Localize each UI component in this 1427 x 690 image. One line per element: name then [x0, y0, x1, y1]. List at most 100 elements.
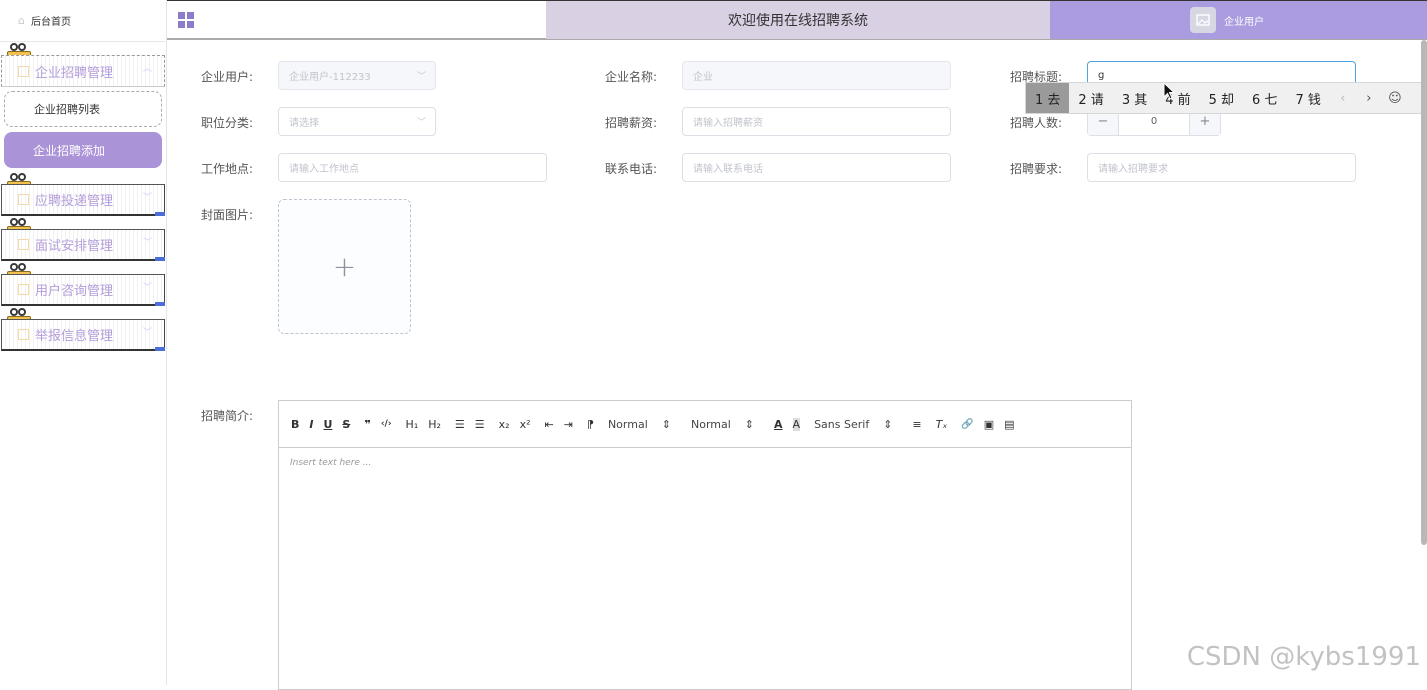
sidebar-group-recruitment[interactable]: 企业招聘管理 ︿ [1, 55, 165, 87]
ime-next-icon[interactable]: › [1356, 91, 1382, 106]
sidebar-group-applications[interactable]: 应聘投递管理 ﹀ [1, 184, 165, 216]
header1-button[interactable]: H₁ [406, 418, 419, 431]
salary-placeholder: 请输入招聘薪资 [693, 118, 763, 129]
text-color-button[interactable]: A [774, 418, 783, 431]
background-color-button[interactable]: A [792, 417, 801, 431]
corner-fold [155, 257, 165, 261]
mouse-cursor-icon [1163, 82, 1175, 100]
align-button[interactable]: ≡ [912, 418, 921, 431]
requirement-label: 招聘要求: [1010, 162, 1063, 176]
subscript-button[interactable]: x₂ [499, 418, 510, 431]
select-arrows-icon: ⇕ [661, 417, 671, 431]
ordered-list-button[interactable]: ☰ [455, 418, 465, 431]
watermark: CSDN @kybs1991 [1186, 642, 1421, 672]
sidebar-home[interactable]: ⌂ 后台首页 [0, 0, 167, 42]
scrollbar[interactable] [1421, 40, 1427, 545]
company-name-label: 企业名称: [605, 70, 658, 84]
company-user-select[interactable]: 企业用户-112233 ﹀ [278, 61, 436, 90]
company-name-field[interactable]: 企业 [682, 61, 951, 90]
job-category-label: 职位分类: [201, 116, 254, 130]
strike-button[interactable]: S [342, 418, 350, 431]
ime-candidate[interactable]: 1 去 [1026, 83, 1070, 113]
sidebar-item-label: 企业招聘添加 [33, 143, 106, 158]
sidebar-group-consultation[interactable]: 用户咨询管理 ﹀ [1, 274, 165, 306]
sidebar-group-reports[interactable]: 举报信息管理 ﹀ [1, 319, 165, 351]
link-button[interactable]: 🔗 [961, 419, 973, 430]
ime-candidate[interactable]: 3 其 [1113, 83, 1156, 113]
corner-fold [155, 347, 165, 351]
font-select[interactable]: Sans Serif ⇕ [814, 418, 892, 431]
editor-toolbar: B I U S ❞ ‹/› H₁ H₂ ☰ ☰ x₂ x² ⇤ ⇥ ⁋ Norm… [279, 401, 1131, 448]
header2-button[interactable]: H₂ [428, 418, 441, 431]
folder-icon [18, 194, 29, 205]
ime-candidate[interactable]: 7 钱 [1286, 83, 1329, 113]
size-select-value: Normal [607, 417, 648, 431]
italic-button[interactable]: I [309, 418, 313, 431]
requirement-input[interactable]: 请输入招聘要求 [1087, 153, 1356, 182]
company-user-value: 企业用户-112233 [289, 72, 371, 83]
sidebar-home-label: 后台首页 [30, 17, 71, 28]
code-block-button[interactable]: ‹/› [381, 419, 392, 429]
size-select[interactable]: Normal ⇕ [608, 418, 671, 431]
phone-input[interactable]: 请输入联系电话 [682, 153, 951, 182]
user-label: 企业用户 [1224, 16, 1264, 28]
ime-candidate[interactable]: 6 七 [1243, 83, 1286, 113]
job-category-select[interactable]: 请选择 ﹀ [278, 107, 436, 136]
chevron-down-icon: ﹀ [142, 283, 152, 293]
sidebar-group-label: 面试安排管理 [35, 239, 114, 254]
header-select-value: Normal [690, 417, 731, 431]
page-title: 欢迎使用在线招聘系统 [546, 1, 1050, 39]
chevron-down-icon: ﹀ [142, 238, 152, 248]
font-select-value: Sans Serif [814, 417, 870, 431]
plus-icon: + [332, 250, 357, 283]
ime-candidate[interactable]: 5 却 [1200, 83, 1243, 113]
rich-text-editor[interactable]: B I U S ❞ ‹/› H₁ H₂ ☰ ☰ x₂ x² ⇤ ⇥ ⁋ Norm… [278, 400, 1132, 690]
top-bar: 欢迎使用在线招聘系统 企业用户 [167, 0, 1427, 40]
underline-button[interactable]: U [323, 418, 332, 431]
recruit-title-value: g [1098, 70, 1105, 81]
superscript-button[interactable]: x² [520, 418, 531, 431]
cover-label: 封面图片: [201, 208, 254, 222]
folder-icon [18, 65, 29, 77]
header-select[interactable]: Normal ⇕ [691, 418, 754, 431]
video-button[interactable]: ▤ [1004, 418, 1014, 431]
folder-icon [18, 329, 29, 340]
editor-placeholder[interactable]: Insert text here ... [279, 448, 1131, 478]
text-direction-button[interactable]: ⁋ [587, 418, 594, 431]
indent-button[interactable]: ⇥ [564, 418, 573, 431]
company-name-placeholder: 企业 [693, 72, 713, 83]
folder-icon [18, 239, 29, 250]
location-label: 工作地点: [201, 162, 254, 176]
chevron-up-icon: ︿ [142, 64, 152, 74]
cover-upload[interactable]: + [278, 199, 411, 334]
folder-icon [18, 284, 29, 295]
salary-label: 招聘薪资: [605, 116, 658, 130]
sidebar-item-recruit-list[interactable]: 企业招聘列表 [4, 91, 162, 127]
chevron-down-icon: ﹀ [142, 193, 152, 203]
location-input[interactable]: 请输入工作地点 [278, 153, 547, 182]
sidebar-group-interviews[interactable]: 面试安排管理 ﹀ [1, 229, 165, 261]
ime-candidate[interactable]: 2 请 [1069, 83, 1112, 113]
home-icon: ⌂ [18, 14, 25, 27]
corner-fold [155, 212, 165, 216]
chevron-down-icon: ﹀ [416, 118, 426, 128]
user-menu[interactable]: 企业用户 [1050, 1, 1427, 39]
salary-input[interactable]: 请输入招聘薪资 [682, 107, 951, 136]
outdent-button[interactable]: ⇤ [545, 418, 554, 431]
menu-grid-icon[interactable] [178, 12, 194, 28]
blockquote-button[interactable]: ❞ [364, 418, 370, 431]
phone-placeholder: 请输入联系电话 [693, 164, 763, 175]
clean-format-button[interactable]: Tₓ [936, 418, 948, 431]
image-icon [1196, 14, 1210, 26]
sidebar-group-label: 举报信息管理 [35, 329, 114, 344]
image-button[interactable]: ▣ [984, 418, 994, 431]
select-arrows-icon: ⇕ [744, 417, 755, 431]
bold-button[interactable]: B [291, 418, 299, 431]
ime-prev-icon[interactable]: ‹ [1330, 91, 1356, 106]
sidebar-item-recruit-add[interactable]: 企业招聘添加 [4, 132, 162, 168]
ime-candidate-bar: 1 去 2 请 3 其 4 前 5 却 6 七 7 钱 ‹ › ☺ [1025, 82, 1427, 114]
emoji-icon[interactable]: ☺ [1382, 91, 1408, 106]
phone-label: 联系电话: [605, 162, 658, 176]
sidebar-item-label: 企业招聘列表 [34, 103, 100, 116]
bullet-list-button[interactable]: ☰ [475, 418, 485, 431]
